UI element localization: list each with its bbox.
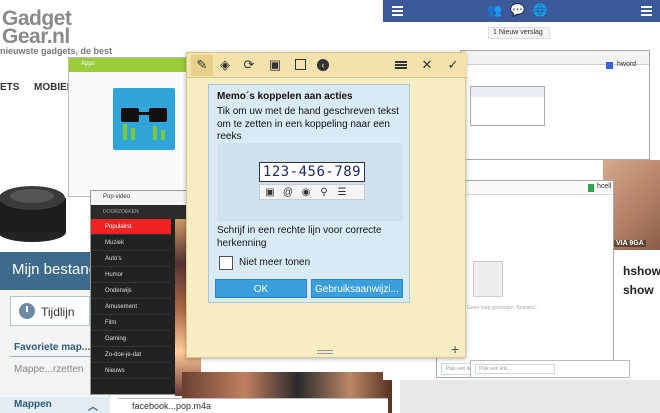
app-badge-icon — [588, 184, 594, 192]
youtube-subheader: DOORZOEKEN — [91, 205, 199, 219]
hcell-title: hcell — [597, 183, 612, 190]
location-pin-icon: ⚲ — [320, 187, 328, 198]
youtube-menu-item[interactable]: Gaming — [91, 331, 171, 347]
youtube-popup-window[interactable]: Pop-video DOORZOEKEN Populairst Muziek A… — [90, 190, 201, 396]
photo-caption: VIA 9GA — [614, 240, 646, 247]
timeline-tab[interactable]: Tijdlijn — [10, 296, 90, 326]
lasso-icon[interactable]: ⟳ — [241, 57, 257, 73]
contact-icon: ▣ — [265, 187, 275, 198]
demo-action-icons: ▣ @ ◉ ⚲ ☰ — [259, 184, 365, 200]
divider — [10, 356, 100, 357]
bottom-input-window[interactable]: Plak een link... — [470, 360, 630, 378]
folders-label: Mappen — [14, 399, 52, 410]
youtube-menu-item[interactable]: Nieuws — [91, 363, 171, 379]
youtube-menu-item[interactable]: Zo-doe-je-dat — [91, 347, 171, 363]
memo-actions-dialog: Memo´s koppelen aan acties Tik om uw met… — [208, 84, 410, 303]
pen-icon[interactable]: ✎ — [194, 57, 210, 73]
note-icon: ☰ — [337, 187, 347, 198]
app-store-window[interactable]: Apps — [68, 57, 188, 197]
globe-icon: ◉ — [301, 187, 311, 198]
user-guide-button[interactable]: Gebruiksaanwijzi... — [311, 279, 403, 298]
youtube-menu-item[interactable]: Muziek — [91, 235, 171, 251]
glasses-icon — [121, 108, 167, 140]
handwriting-demo: 123-456-789 ▣ @ ◉ ⚲ ☰ — [217, 143, 403, 221]
document-icon — [473, 261, 503, 297]
back-icon[interactable]: ‹ — [317, 59, 329, 71]
slideshow-text: show — [623, 283, 654, 297]
empty-state-text: Geen map gevonden. Bestand... — [467, 305, 539, 311]
slideshow-text: hshow — [623, 264, 660, 278]
youtube-menu-item[interactable]: Populairst — [91, 219, 171, 235]
speaker-product-image — [0, 186, 66, 242]
at-icon: @ — [282, 187, 294, 198]
youtube-menu-item[interactable]: Humor — [91, 267, 171, 283]
dialog-body: Tik om uw met de hand geschreven tekst o… — [217, 106, 399, 142]
audio-file-row[interactable]: facebook...pop.m4a — [118, 398, 388, 413]
app-store-bar: Apps — [69, 58, 187, 72]
favorites-heading[interactable]: Favoriete map... — [14, 342, 90, 353]
site-tagline: nieuwste gadgets, de best — [0, 46, 113, 56]
checkbox-checked[interactable] — [606, 62, 613, 69]
note-toolbar: ✎ ◈ ⟳ ▣ ‹ ✕ ✓ — [187, 53, 467, 78]
favorites-placeholder[interactable]: Mappe...rzetten — [14, 364, 83, 375]
clock-icon — [19, 303, 35, 319]
ok-button[interactable]: OK — [215, 279, 307, 298]
add-icon[interactable]: + — [451, 341, 459, 357]
window-titlebar — [471, 87, 544, 97]
image-insert-icon[interactable]: ▣ — [267, 57, 283, 73]
chevron-up-icon[interactable]: ︿ — [88, 398, 98, 413]
menu-icon[interactable] — [392, 6, 403, 8]
new-story-pill[interactable]: 1 Nieuw verslag — [488, 27, 550, 39]
youtube-header: Pop-video — [91, 191, 199, 205]
logo-line-2: Gear.nl — [2, 25, 70, 48]
resize-handle[interactable] — [317, 350, 333, 354]
eraser-icon[interactable]: ◈ — [217, 57, 233, 73]
youtube-menu-item[interactable]: Auto's — [91, 251, 171, 267]
list-icon[interactable] — [395, 61, 407, 63]
menu-icon[interactable] — [641, 6, 652, 8]
nav-item[interactable]: ETS — [0, 82, 19, 93]
dont-show-label[interactable]: Niet meer tonen — [239, 257, 310, 268]
timeline-tab-label: Tijdlijn — [41, 305, 75, 319]
app-icon[interactable] — [113, 88, 175, 150]
small-window[interactable] — [470, 86, 545, 126]
folders-header[interactable]: Mappen ︿ — [0, 397, 110, 413]
youtube-menu-item[interactable]: Onderwijs — [91, 283, 171, 299]
screen: Gadget Gear.nl nieuwste gadgets, de best… — [0, 0, 660, 413]
dialog-title: Memo´s koppelen aan acties — [217, 91, 353, 102]
youtube-menu-item[interactable]: Film — [91, 315, 171, 331]
shape-icon[interactable] — [295, 59, 306, 70]
close-icon[interactable]: ✕ — [419, 57, 435, 73]
facebook-topbar: 👥💬🌐 — [383, 0, 660, 22]
hword-label: hword — [617, 61, 637, 68]
youtube-menu-item[interactable]: Amusement — [91, 299, 171, 315]
dont-show-checkbox[interactable] — [219, 256, 233, 270]
demo-phone-number: 123-456-789 — [259, 162, 365, 182]
check-icon[interactable]: ✓ — [445, 57, 461, 73]
site-logo[interactable]: Gadget Gear.nl — [2, 8, 72, 48]
dialog-hint: Schrijf in een rechte lijn voor correcte… — [217, 225, 382, 249]
notification-icons[interactable]: 👥💬🌐 — [487, 3, 556, 17]
link-input[interactable]: Plak een link... — [475, 364, 555, 374]
